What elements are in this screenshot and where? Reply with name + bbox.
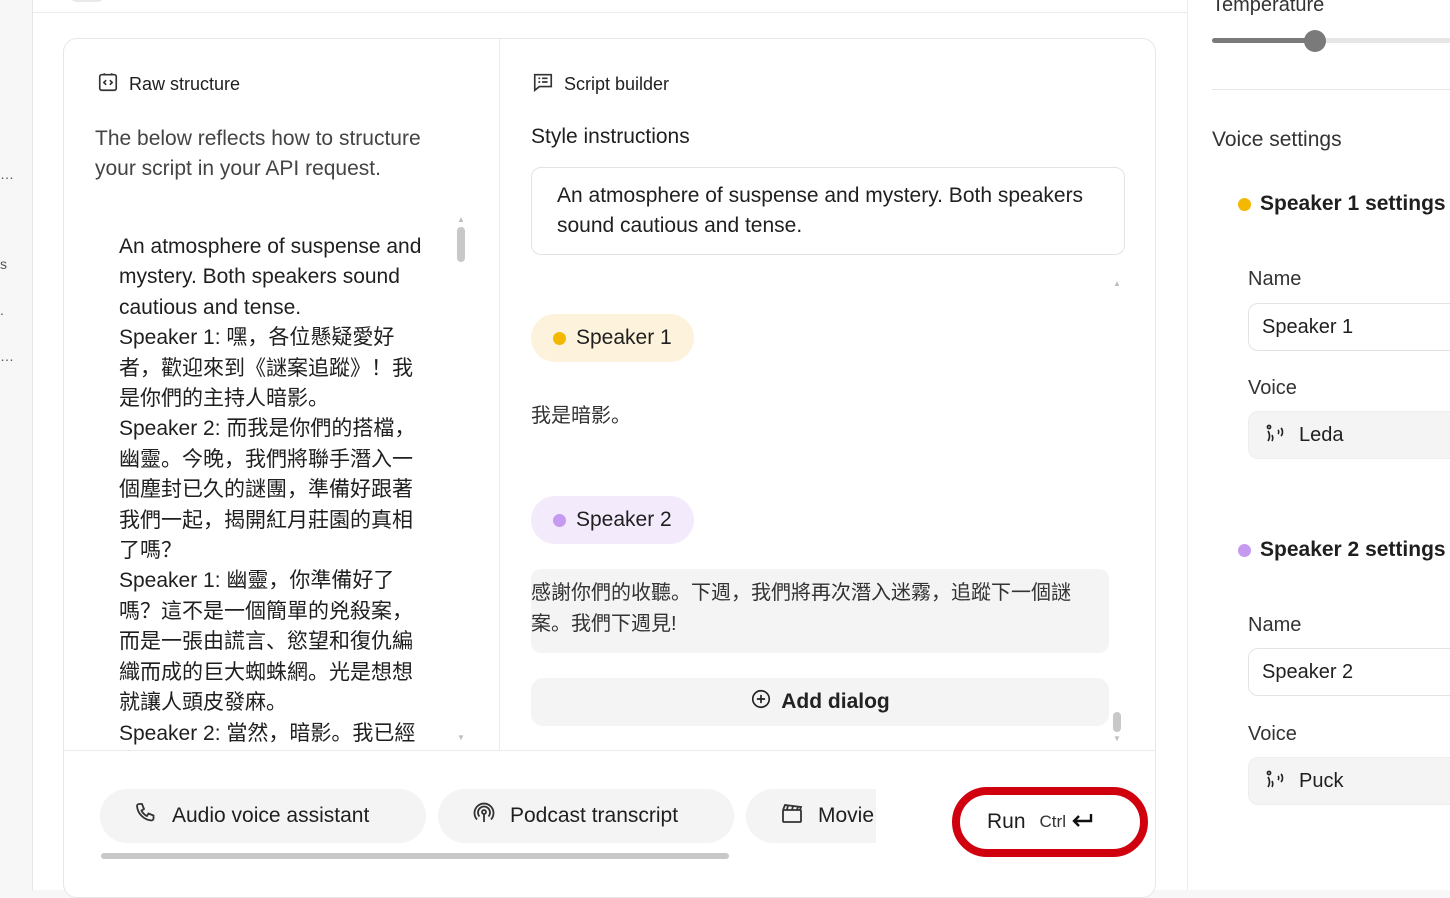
voice-settings-title: Voice settings (1212, 128, 1342, 151)
style-instructions-input[interactable]: An atmosphere of suspense and mystery. B… (531, 167, 1125, 255)
preset-audio-voice-assistant[interactable]: Audio voice assistant (100, 789, 426, 843)
left-rail: … s . … (0, 0, 33, 890)
speaker-1-dot-icon (553, 331, 566, 345)
speaker-1-voice-label: Voice (1248, 377, 1297, 399)
raw-line: An atmosphere of suspense and mystery. B… (119, 235, 422, 319)
temperature-slider[interactable] (1212, 38, 1450, 43)
raw-script-text[interactable]: An atmosphere of suspense and mystery. B… (119, 232, 429, 747)
speaker-1-name-label: Name (1248, 268, 1302, 290)
script-scrollbar[interactable]: ▲ ▼ (1112, 279, 1122, 749)
voice-wave-icon (1263, 421, 1287, 449)
run-shortcut: Ctrl (1040, 811, 1094, 834)
speaker-2-dot-icon (553, 513, 566, 527)
speaker-2-chip-label: Speaker 2 (576, 508, 672, 531)
settings-panel: Temperature Voice settings Speaker 1 set… (1187, 0, 1450, 890)
enter-key-icon (1070, 811, 1094, 834)
preset-scroll-thumb[interactable] (101, 853, 729, 859)
raw-line: Speaker 1: 嘿，各位懸疑愛好者，歡迎來到《謎案追蹤》！我是你們的主持人… (119, 326, 413, 411)
preset-label: Movie (818, 804, 875, 827)
add-dialog-button[interactable]: Add dialog (531, 678, 1109, 726)
raw-structure-title: Raw structure (129, 74, 241, 94)
raw-line: Speaker 2: 而我是你們的搭檔，幽靈。今晚，我們將聯手潛入一個塵封已久的… (119, 417, 416, 563)
temperature-slider-fill (1212, 38, 1318, 43)
rail-fragment: s (0, 256, 7, 272)
speaker-2-name-input[interactable]: Speaker 2 (1248, 648, 1450, 696)
raw-line: Speaker 1: 幽靈，你準備好了嗎？這不是一個簡單的兇殺案，而是一張由謊言… (119, 569, 413, 715)
temperature-label: Temperature (1212, 0, 1325, 16)
preset-label: Podcast transcript (510, 804, 679, 827)
add-dialog-label: Add dialog (781, 690, 890, 713)
script-scroll-thumb[interactable] (1113, 712, 1121, 732)
speaker-2-dot-icon (1238, 543, 1251, 557)
top-tab-handle[interactable] (71, 0, 103, 2)
speaker-1-chip[interactable]: Speaker 1 (531, 314, 694, 362)
clapperboard-icon (780, 801, 804, 831)
speaker-2-settings-label: Speaker 2 settings (1260, 538, 1446, 561)
plus-circle-icon (750, 688, 772, 716)
speaker-2-name-label: Name (1248, 614, 1302, 636)
speaker-1-dot-icon (1238, 197, 1251, 211)
dialog-2-text[interactable]: 感謝你們的收聽。下週，我們將再次潛入迷霧，追蹤下一個謎案。我們下週見! (531, 569, 1109, 653)
preset-movie[interactable]: Movie (746, 789, 876, 843)
code-brackets-icon (97, 71, 119, 98)
footer-divider (64, 750, 1155, 751)
raw-structure-header: Raw structure (97, 71, 240, 98)
main-area: Raw structure The below reflects how to … (33, 0, 1187, 898)
scroll-up-icon[interactable]: ▲ (1113, 279, 1121, 288)
run-button[interactable]: Run Ctrl (967, 801, 1133, 843)
raw-line: Speaker 2: 當然，暗影。我已經 (119, 721, 416, 745)
raw-scrollbar[interactable]: ▲ ▼ (456, 215, 466, 745)
scroll-down-icon[interactable]: ▼ (1113, 734, 1121, 743)
script-builder-panel: Script builder Style instructions An atm… (500, 39, 1155, 750)
script-card: Raw structure The below reflects how to … (63, 38, 1156, 898)
speaker-2-voice-label: Voice (1248, 723, 1297, 745)
speaker-2-voice-select[interactable]: Puck (1248, 757, 1450, 805)
speaker-1-voice-value: Leda (1299, 423, 1344, 446)
run-shortcut-label: Ctrl (1039, 812, 1066, 831)
speaker-1-chip-label: Speaker 1 (576, 326, 672, 349)
speaker-1-settings-label: Speaker 1 settings (1260, 192, 1446, 215)
speaker-2-settings-heading[interactable]: Speaker 2 settings (1238, 538, 1446, 562)
podcast-icon (472, 801, 496, 831)
script-builder-title: Script builder (564, 74, 670, 94)
dialog-1-text[interactable]: 我是暗影。 (531, 399, 631, 428)
raw-structure-panel: Raw structure The below reflects how to … (64, 39, 499, 750)
phone-icon (134, 801, 158, 831)
preset-podcast-transcript[interactable]: Podcast transcript (438, 789, 734, 843)
speaker-1-voice-select[interactable]: Leda (1248, 411, 1450, 459)
rail-fragment: … (0, 348, 14, 364)
speaker-2-chip[interactable]: Speaker 2 (531, 496, 694, 544)
script-builder-header: Script builder (532, 71, 669, 98)
preset-scrollbar[interactable] (98, 851, 880, 861)
speaker-1-settings-heading[interactable]: Speaker 1 settings (1238, 192, 1446, 216)
scroll-up-icon[interactable]: ▲ (457, 215, 465, 224)
speaker-1-name-input[interactable]: Speaker 1 (1248, 303, 1450, 351)
scroll-down-icon[interactable]: ▼ (457, 733, 465, 742)
voice-wave-icon (1263, 767, 1287, 795)
script-list-icon (532, 71, 554, 98)
raw-scroll-thumb[interactable] (457, 227, 465, 262)
run-label: Run (987, 810, 1026, 833)
speaker-2-voice-value: Puck (1299, 769, 1344, 792)
preset-prompts: Audio voice assistant Podcast transcript… (100, 789, 876, 849)
settings-divider (1212, 89, 1450, 90)
temperature-slider-thumb[interactable] (1304, 30, 1326, 52)
rail-fragment: … (0, 166, 14, 182)
preset-label: Audio voice assistant (172, 804, 370, 827)
raw-structure-description: The below reflects how to structure your… (95, 127, 421, 180)
style-instructions-label: Style instructions (531, 125, 690, 148)
rail-fragment: . (0, 302, 4, 318)
top-bar (33, 0, 1187, 13)
